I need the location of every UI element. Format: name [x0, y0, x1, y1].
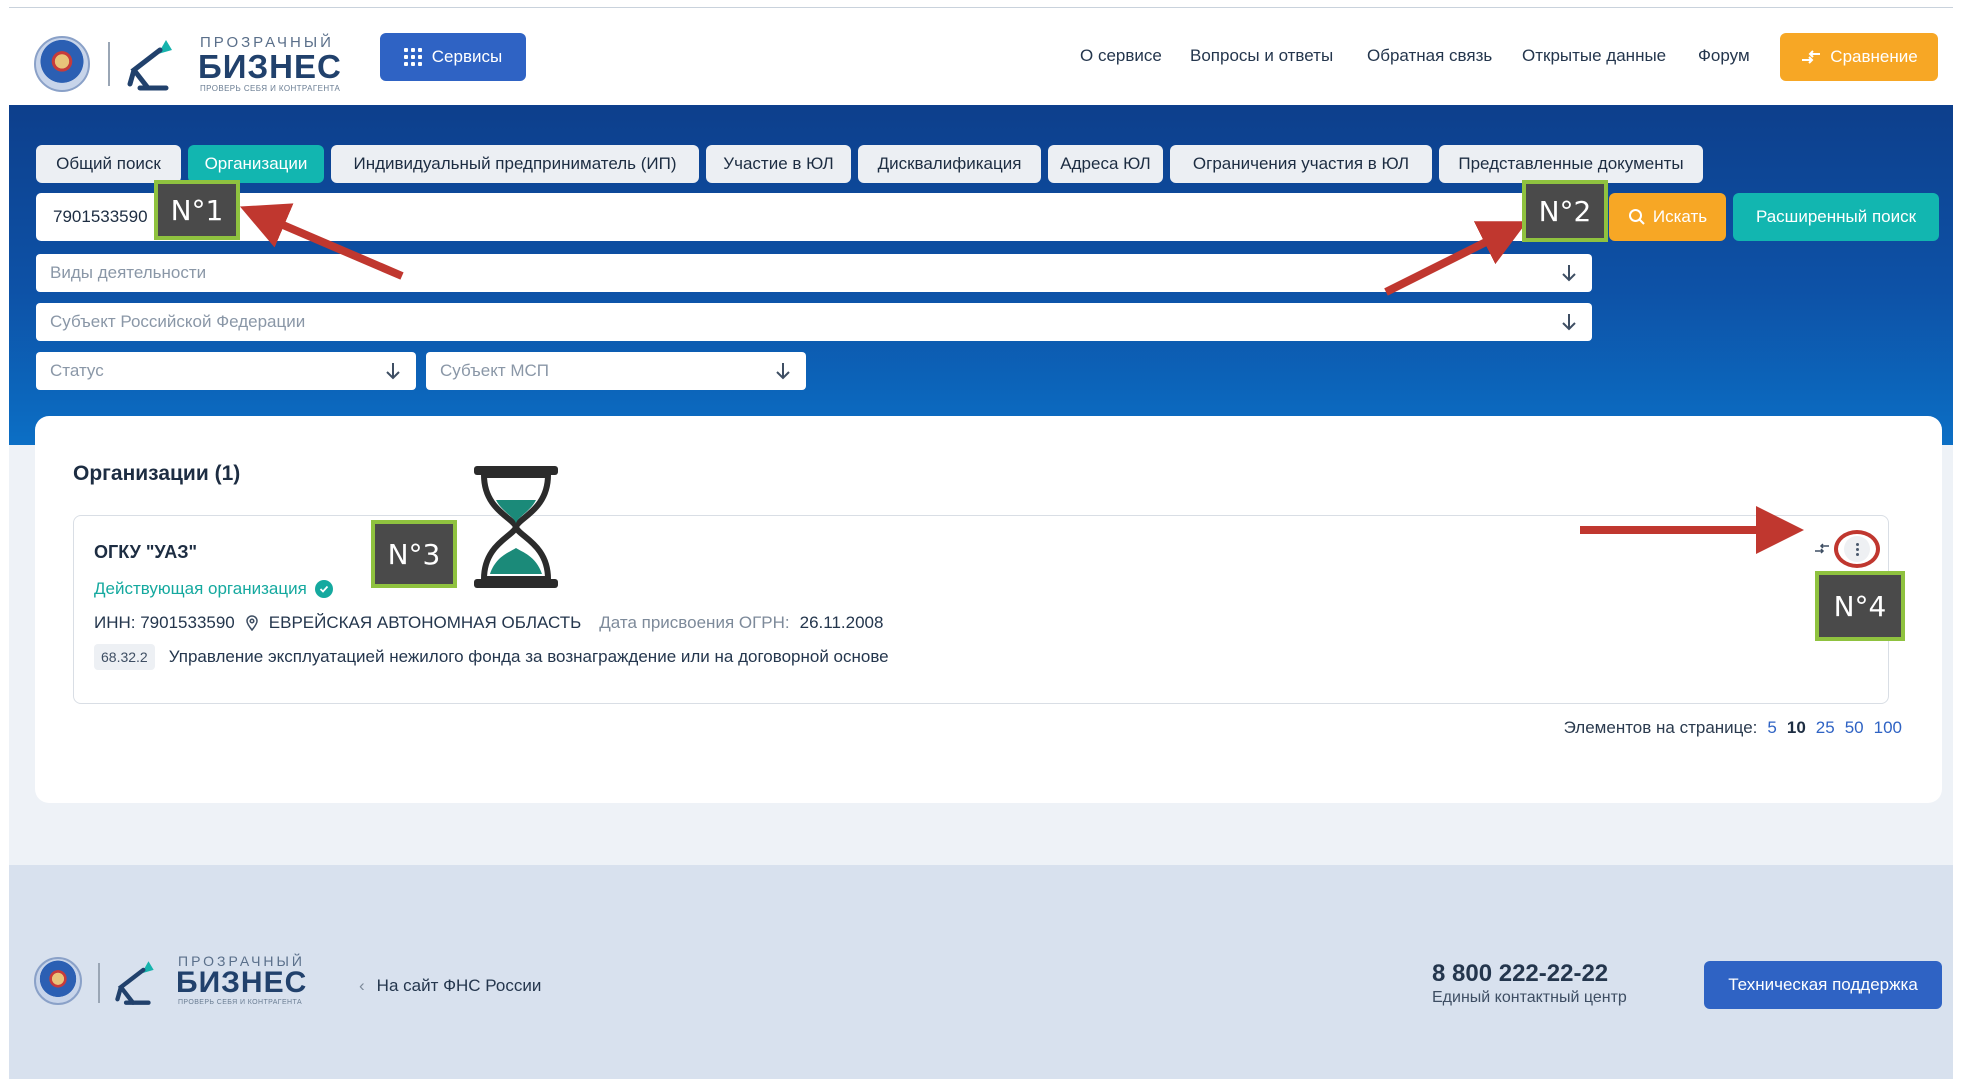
okved-text: Управление эксплуатацией нежилого фонда …: [168, 647, 889, 666]
fns-site-link[interactable]: ‹ На сайт ФНС России: [359, 976, 541, 996]
search-icon: [1628, 209, 1645, 225]
page-size-label: Элементов на странице:: [1563, 718, 1758, 737]
tech-support-button[interactable]: Техническая поддержка: [1704, 961, 1942, 1009]
compare-arrows-icon: [1802, 50, 1821, 64]
org-inn: ИНН: 7901533590: [94, 613, 235, 632]
page-size-25[interactable]: 25: [1816, 718, 1835, 738]
page-size-50[interactable]: 50: [1845, 718, 1864, 738]
results-card: Организации (1) ОГКУ "УАЗ" Действующая о…: [35, 416, 1942, 803]
logo-divider: [98, 963, 100, 1003]
arrow-down-icon: [1562, 314, 1576, 331]
tab-documents[interactable]: Представленные документы: [1439, 145, 1703, 183]
tab-participation[interactable]: Участие в ЮЛ: [706, 145, 851, 183]
more-options-button[interactable]: [1834, 530, 1880, 568]
logo-sub-text: ПРОВЕРЬ СЕБЯ И КОНТРАГЕНТА: [200, 84, 341, 93]
page-frame: ПРОЗРАЧНЫЙ БИЗНЕС ПРОВЕРЬ СЕБЯ И КОНТРАГ…: [9, 7, 1953, 1079]
org-name[interactable]: ОГКУ "УАЗ": [94, 542, 197, 563]
arrow-down-icon: [776, 363, 790, 380]
annotation-badge-4: N°4: [1815, 571, 1905, 641]
status-select[interactable]: Статус: [36, 352, 416, 390]
site-footer: ПРОЗРАЧНЫЙ БИЗНЕС ПРОВЕРЬ СЕБЯ И КОНТРАГ…: [9, 865, 1953, 1079]
site-header: ПРОЗРАЧНЫЙ БИЗНЕС ПРОВЕРЬ СЕБЯ И КОНТРАГ…: [9, 8, 1953, 105]
tab-general-search[interactable]: Общий поиск: [36, 145, 181, 183]
more-vertical-icon: [1844, 536, 1870, 562]
fns-emblem-icon: [34, 957, 82, 1005]
tab-individual-entrepreneur[interactable]: Индивидуальный предприниматель (ИП): [331, 145, 699, 183]
row-actions: [1814, 530, 1880, 568]
find-label: Искать: [1652, 207, 1708, 226]
compare-small-icon[interactable]: [1814, 542, 1830, 556]
logo-divider: [108, 42, 110, 86]
page-size-5[interactable]: 5: [1767, 718, 1776, 738]
logo-sub-text: ПРОВЕРЬ СЕБЯ И КОНТРАГЕНТА: [178, 999, 303, 1006]
org-meta: ИНН: 7901533590 ЕВРЕЙСКАЯ АВТОНОМНАЯ ОБЛ…: [94, 613, 883, 633]
lamp-logo-icon: [127, 40, 172, 91]
activity-select-placeholder: Виды деятельности: [50, 263, 207, 282]
okved-code: 68.32.2: [94, 644, 155, 670]
results-title: Организации (1): [73, 462, 241, 485]
contact-center-label: Единый контактный центр: [1432, 989, 1627, 1006]
find-button[interactable]: Искать: [1609, 193, 1726, 241]
region-select[interactable]: Субъект Российской Федерации: [36, 303, 1592, 341]
result-item[interactable]: ОГКУ "УАЗ" Действующая организация ИНН: …: [73, 515, 1889, 704]
verified-check-icon: [314, 580, 333, 598]
org-status-text: Действующая организация: [94, 579, 307, 598]
annotation-badge-1: N°1: [154, 180, 240, 240]
logo-main-text: БИЗНЕС: [198, 48, 342, 85]
arrow-down-icon: [386, 363, 400, 380]
contact-phone[interactable]: 8 800 222-22-22: [1432, 960, 1608, 988]
region-select-placeholder: Субъект Российской Федерации: [50, 312, 306, 331]
nav-link-about[interactable]: О сервисе: [1080, 46, 1162, 66]
tab-addresses[interactable]: Адреса ЮЛ: [1048, 145, 1163, 183]
arrow-down-icon: [1562, 265, 1576, 282]
ogrn-date: 26.11.2008: [799, 613, 884, 632]
services-button[interactable]: Сервисы: [380, 33, 526, 81]
msp-select-placeholder: Субъект МСП: [440, 361, 550, 380]
nav-link-feedback[interactable]: Обратная связь: [1367, 46, 1492, 66]
tab-organizations[interactable]: Организации: [188, 145, 324, 183]
compare-button[interactable]: Сравнение: [1780, 33, 1938, 81]
search-input-value: 7901533590: [53, 207, 148, 226]
page-size-10[interactable]: 10: [1787, 718, 1806, 738]
tab-restrictions[interactable]: Ограничения участия в ЮЛ: [1170, 145, 1432, 183]
msp-select[interactable]: Субъект МСП: [426, 352, 806, 390]
location-pin-icon: [246, 615, 258, 631]
services-label: Сервисы: [431, 47, 503, 66]
site-logo[interactable]: ПРОЗРАЧНЫЙ БИЗНЕС ПРОВЕРЬ СЕБЯ И КОНТРАГ…: [34, 30, 354, 96]
advanced-search-button[interactable]: Расширенный поиск: [1733, 193, 1939, 241]
lamp-logo-icon: [115, 961, 154, 1005]
grid-icon: [403, 48, 422, 66]
annotation-badge-3: N°3: [371, 520, 457, 588]
compare-label: Сравнение: [1830, 47, 1918, 66]
fns-site-link-label: На сайт ФНС России: [376, 976, 542, 995]
tab-disqualification[interactable]: Дисквалификация: [858, 145, 1041, 183]
search-input[interactable]: 7901533590: [36, 193, 1602, 241]
page-size-100[interactable]: 100: [1874, 718, 1902, 738]
ogrn-label: Дата присвоения ОГРН:: [599, 613, 790, 632]
logo-main-text: БИЗНЕС: [176, 966, 308, 999]
page-size-selector: Элементов на странице: 5 10 25 50 100: [1564, 718, 1902, 738]
activity-select[interactable]: Виды деятельности: [36, 254, 1592, 292]
org-status: Действующая организация: [94, 579, 333, 599]
annotation-badge-2: N°2: [1522, 180, 1608, 242]
org-okved: 68.32.2 Управление эксплуатацией нежилог…: [94, 644, 889, 670]
footer-logo[interactable]: ПРОЗРАЧНЫЙ БИЗНЕС ПРОВЕРЬ СЕБЯ И КОНТРАГ…: [34, 951, 324, 1011]
nav-link-open-data[interactable]: Открытые данные: [1522, 46, 1666, 66]
nav-link-forum[interactable]: Форум: [1698, 46, 1750, 66]
status-select-placeholder: Статус: [50, 361, 104, 380]
org-region: ЕВРЕЙСКАЯ АВТОНОМНАЯ ОБЛАСТЬ: [268, 613, 582, 632]
nav-link-faq[interactable]: Вопросы и ответы: [1190, 46, 1333, 66]
chevron-left-icon: ‹: [359, 976, 365, 995]
fns-emblem-icon: [34, 36, 90, 92]
